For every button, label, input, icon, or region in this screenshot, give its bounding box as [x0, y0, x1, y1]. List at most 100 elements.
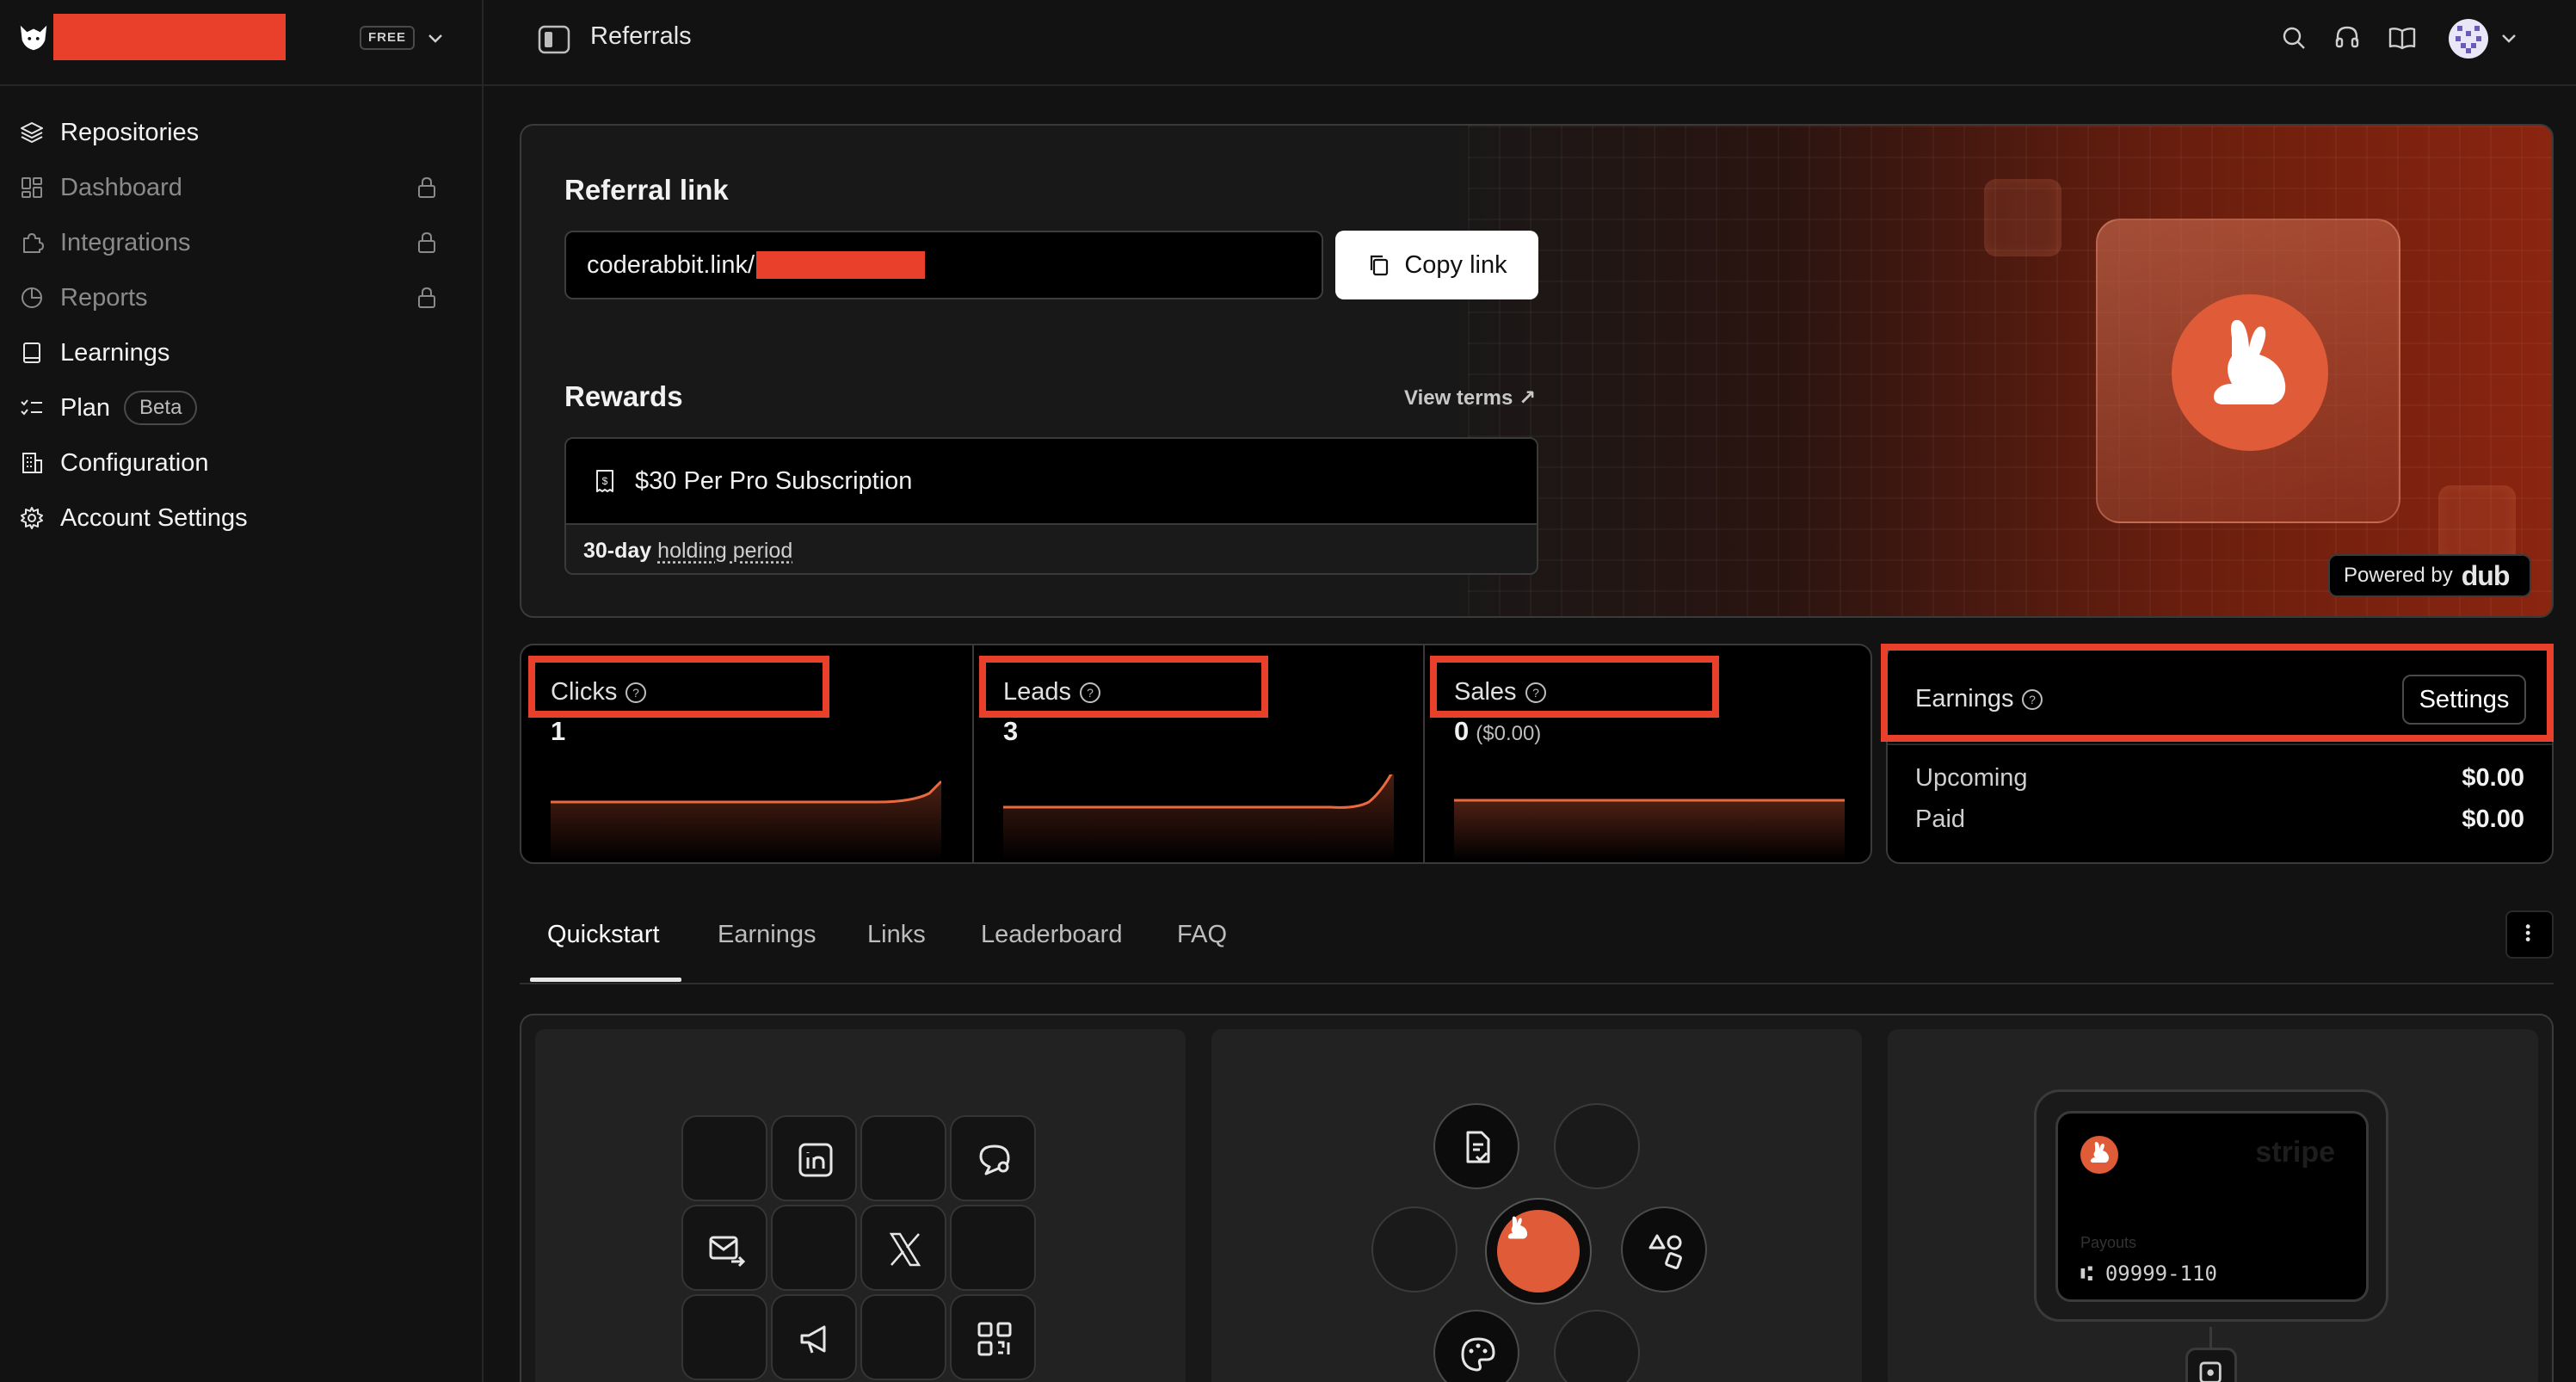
copy-link-label: Copy link: [1404, 250, 1507, 279]
tab-faq[interactable]: FAQ: [1177, 921, 1227, 949]
chevron-down-icon[interactable]: [425, 28, 446, 48]
referral-link-prefix: coderabbit.link/: [587, 250, 755, 279]
grid-cell: [681, 1294, 767, 1380]
tab-bar: Quickstart Earnings Links Leaderboard FA…: [520, 907, 2554, 984]
mail-forward-icon: [709, 1236, 746, 1268]
tab-quickstart[interactable]: Quickstart: [547, 921, 660, 949]
org-switcher[interactable]: FREE: [0, 0, 484, 86]
rewards-title: Rewards: [564, 380, 683, 412]
sidebar-item-label: Dashboard: [60, 173, 182, 201]
qr-tile: [950, 1294, 1036, 1380]
megaphone-tile: [771, 1294, 857, 1380]
holding-days: 30-day: [583, 539, 652, 563]
plan-badge: FREE: [360, 26, 416, 50]
x-logo-icon: [889, 1232, 921, 1267]
sidebar-item-configuration[interactable]: Configuration: [19, 441, 458, 485]
document-check-node: [1433, 1103, 1519, 1189]
empty-node: [1371, 1206, 1457, 1293]
tab-links[interactable]: Links: [867, 921, 926, 949]
decorative-tile: [1984, 179, 2061, 256]
stat-value-number: 0: [1454, 716, 1470, 746]
divider: [1888, 743, 2552, 745]
palette-icon: [1461, 1337, 1495, 1372]
sidebar-toggle-icon[interactable]: [537, 24, 571, 55]
sidebar-item-dashboard[interactable]: Dashboard: [19, 165, 458, 210]
stripe-logo: stripe: [2255, 1136, 2335, 1169]
gear-icon: [21, 507, 43, 529]
receipt-dollar-icon: $: [596, 470, 613, 492]
stat-value: 0 ($0.00): [1454, 716, 1541, 747]
building-icon: [22, 453, 42, 473]
chat-tile: [950, 1115, 1036, 1201]
payout-card: stripe Payouts ⑆ 09999-110: [2055, 1111, 2369, 1302]
sales-sparkline: [1454, 799, 1845, 861]
sidebar-item-repositories[interactable]: Repositories: [19, 110, 458, 155]
quickstart-panel: stripe Payouts ⑆ 09999-110: [520, 1014, 2554, 1382]
x-tile: [860, 1205, 946, 1291]
sidebar-item-label: Integrations: [60, 228, 191, 256]
rabbit-icon: [2090, 1141, 2109, 1163]
search-icon[interactable]: [2278, 22, 2309, 53]
copy-link-button[interactable]: Copy link: [1335, 231, 1538, 299]
sidebar-item-integrations[interactable]: Integrations: [19, 220, 458, 265]
quickstart-card-integrations[interactable]: [1211, 1029, 1862, 1382]
sidebar: FREE Repositories Dashboard Integrations…: [0, 0, 484, 1382]
lock-icon: [418, 287, 435, 308]
quickstart-card-share[interactable]: [535, 1029, 1186, 1382]
more-options-button[interactable]: [2505, 910, 2554, 959]
avatar[interactable]: [2449, 19, 2488, 59]
sidebar-item-label: Account Settings: [60, 503, 248, 532]
rabbit-logo: [2172, 294, 2328, 451]
annotation-box: [979, 656, 1268, 718]
topbar: Referrals: [484, 0, 2576, 86]
powered-by-dub[interactable]: Powered by dub: [2328, 554, 2531, 597]
earnings-key: Upcoming: [1915, 764, 2028, 792]
sidebar-item-reports[interactable]: Reports: [19, 275, 458, 320]
sidebar-item-learnings[interactable]: Learnings: [19, 330, 458, 375]
holding-period-label[interactable]: holding period: [657, 539, 792, 563]
hero-tile: [2096, 219, 2400, 523]
view-terms-link[interactable]: View terms ↗: [1404, 386, 1536, 410]
referral-card: Referral link coderabbit.link/ Copy link…: [520, 124, 2554, 618]
connector-line: [2209, 1327, 2212, 1348]
chat-search-icon: [979, 1144, 1010, 1175]
tab-leaderboard[interactable]: Leaderboard: [981, 921, 1122, 949]
email-tile: [681, 1205, 767, 1291]
linkedin-icon: [798, 1143, 833, 1177]
grid-cell: [771, 1205, 857, 1291]
tab-earnings[interactable]: Earnings: [718, 921, 816, 949]
earnings-value: $0.00: [2462, 805, 2524, 833]
sidebar-item-account-settings[interactable]: Account Settings: [19, 496, 458, 540]
earnings-value: $0.00: [2462, 764, 2524, 792]
annotation-box: [1881, 644, 2554, 742]
reward-box: $ $30 Per Pro Subscription 30-day holdin…: [564, 437, 1538, 575]
headset-icon[interactable]: [2332, 22, 2363, 53]
payout-number-value: 09999-110: [2105, 1262, 2217, 1286]
megaphone-icon: [800, 1325, 826, 1354]
copy-icon: [1371, 255, 1389, 276]
annotation-box: [1430, 656, 1719, 718]
sidebar-item-label: Repositories: [60, 118, 200, 146]
chevron-down-icon[interactable]: [2499, 28, 2519, 48]
rabbit-badge: [1497, 1210, 1580, 1293]
pie-chart-icon: [22, 287, 42, 308]
layers-icon: [21, 122, 43, 143]
rabbit-icon: [2214, 319, 2286, 404]
book-open-icon[interactable]: [2387, 22, 2418, 53]
dub-logo: dub: [2461, 559, 2511, 591]
coderabbit-logo: [20, 25, 47, 51]
decorative-tile: [2438, 485, 2516, 563]
grid-cell: [860, 1294, 946, 1380]
referral-link-title: Referral link: [564, 174, 729, 206]
more-vertical-icon: [2525, 924, 2530, 941]
sidebar-item-plan[interactable]: Plan Beta: [19, 386, 458, 430]
checklist-icon: [21, 399, 42, 416]
bank-node: [2185, 1348, 2237, 1382]
quickstart-card-payouts[interactable]: stripe Payouts ⑆ 09999-110: [1888, 1029, 2538, 1382]
shapes-icon: [1649, 1234, 1682, 1269]
referral-link-field[interactable]: coderabbit.link/: [564, 231, 1323, 299]
stat-value: 1: [551, 716, 566, 746]
sidebar-item-label: Configuration: [60, 448, 209, 477]
page-title: Referrals: [590, 22, 692, 50]
stat-sub: ($0.00): [1476, 722, 1542, 745]
